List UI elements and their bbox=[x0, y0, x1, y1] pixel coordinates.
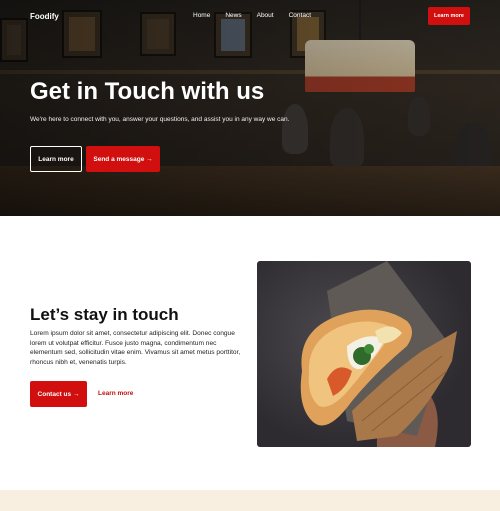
hero-overlay bbox=[0, 0, 500, 216]
section-body-text: Lorem ipsum dolor sit amet, consectetur … bbox=[30, 330, 241, 366]
hero-subtitle: We're here to connect with you, answer y… bbox=[30, 116, 290, 123]
section-title: Let’s stay in touch bbox=[30, 305, 179, 324]
hero-title: Get in Touch with us bbox=[30, 78, 265, 105]
sandwich-photo bbox=[257, 261, 471, 447]
send-message-button[interactable]: Send a message → bbox=[86, 146, 160, 172]
stay-in-touch-section: Let’s stay in touch Lorem ipsum dolor si… bbox=[0, 216, 500, 490]
nav-link-news[interactable]: News bbox=[225, 12, 241, 19]
footer-strip bbox=[0, 490, 500, 511]
nav-link-about[interactable]: About bbox=[257, 12, 274, 19]
contact-us-button[interactable]: Contact us → bbox=[30, 381, 87, 407]
nav-link-contact[interactable]: Contact bbox=[289, 12, 311, 19]
brand-logo[interactable]: Foodify bbox=[30, 12, 59, 21]
hero-learn-more-button[interactable]: Learn more bbox=[30, 146, 82, 172]
hero-section: Foodify Home News About Contact Learn mo… bbox=[0, 0, 500, 216]
nav-learn-more-button[interactable]: Learn more bbox=[428, 7, 470, 25]
nav-link-home[interactable]: Home bbox=[193, 12, 210, 19]
nav-links: Home News About Contact bbox=[193, 12, 311, 19]
section-learn-more-link[interactable]: Learn more bbox=[98, 390, 133, 397]
sandwich-illustration bbox=[300, 261, 457, 447]
